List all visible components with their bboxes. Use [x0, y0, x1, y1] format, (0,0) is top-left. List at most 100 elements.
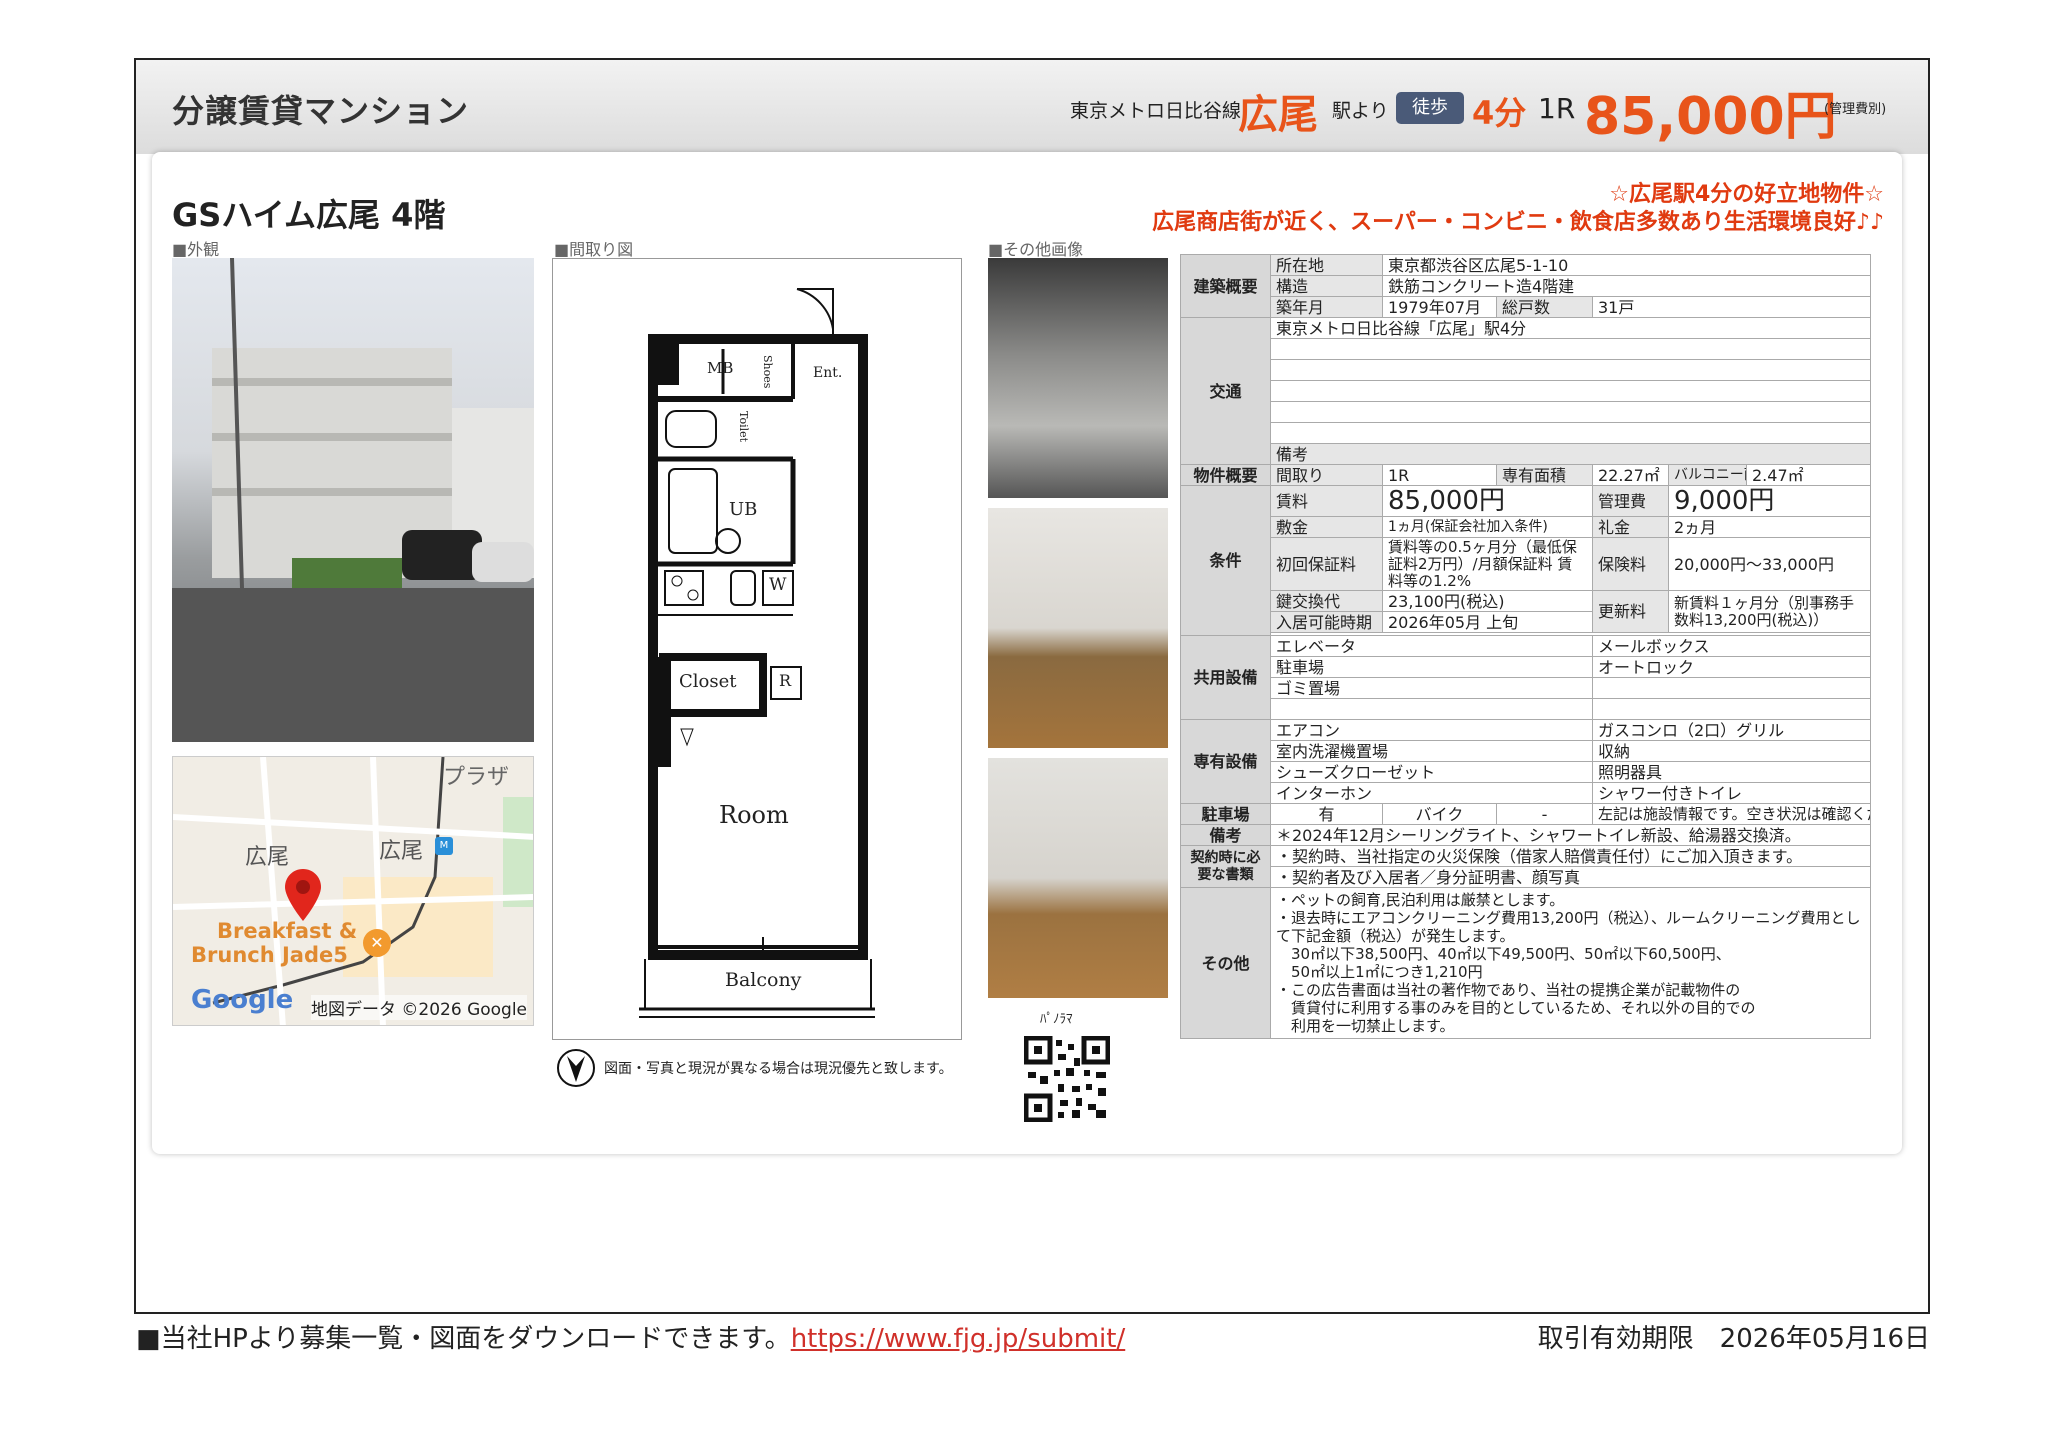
header-rent: 85,000円	[1584, 87, 1837, 147]
fp-refrigerator: R	[779, 671, 792, 690]
row-private-facilities: 専有設備	[1180, 719, 1271, 804]
fp-balcony: Balcony	[725, 969, 802, 991]
value-structure: 鉄筋コンクリート造4階建	[1381, 275, 1872, 297]
footer-expiry: 取引有効期限 2026年05月16日	[1537, 1324, 1930, 1354]
row-contract-docs: 契約時に必要な書類	[1180, 845, 1271, 888]
private-5: シューズクローゼット	[1270, 761, 1593, 783]
value-built: 1979年07月	[1382, 296, 1497, 318]
label-deposit: 敷金	[1270, 516, 1383, 538]
map-label-plaza: プラザ	[443, 765, 510, 790]
qr-code-icon[interactable]	[1024, 1036, 1110, 1122]
common-2: メールボックス	[1591, 635, 1872, 657]
room-photo-2	[988, 758, 1168, 998]
common-4: オートロック	[1591, 656, 1872, 678]
value-deposit: 1ヵ月(保証会社加入条件)	[1382, 516, 1593, 538]
map-poi-line1: Breakfast &	[217, 919, 358, 943]
value-units: 31戸	[1591, 296, 1872, 318]
common-5: ゴミ置場	[1270, 677, 1593, 699]
common-6	[1591, 677, 1872, 699]
value-bike: -	[1496, 803, 1593, 825]
section-other: ■その他画像	[988, 240, 1084, 259]
private-7: インターホン	[1270, 782, 1593, 804]
footer-text: ■当社HPより募集一覧・図面をダウンロードできます。	[136, 1324, 791, 1354]
label-mgmt-fee: 管理費	[1592, 485, 1669, 517]
value-key-change: 23,100円(税込)	[1382, 590, 1593, 612]
common-8	[1591, 698, 1872, 720]
label-renewal: 更新料	[1592, 590, 1669, 633]
value-mgmt-fee: 9,000円	[1667, 485, 1872, 517]
value-balcony-area: 2.47㎡	[1745, 464, 1872, 486]
value-key-money: 2ヵ月	[1667, 516, 1872, 538]
value-area: 22.27㎡	[1592, 464, 1669, 486]
label-rent: 賃料	[1270, 485, 1383, 517]
value-other: ・ペットの飼育,民泊利用は厳禁とします。 ・退去時にエアコンクリーニング費用13…	[1269, 887, 1872, 1039]
property-kind: 分譲賃貸マンション	[172, 92, 470, 130]
common-7	[1270, 698, 1593, 720]
value-move-in: 2026年05月 上旬	[1382, 611, 1593, 633]
section-floorplan: ■間取り図	[554, 240, 634, 259]
value-parking: 有	[1270, 803, 1383, 825]
row-transport: 交通	[1180, 317, 1271, 465]
floorplan-note: 図面・写真と現況が異なる場合は現況優先と致します。	[604, 1061, 953, 1077]
value-transport-2	[1269, 338, 1872, 360]
private-4: 収納	[1591, 740, 1872, 762]
label-address: 所在地	[1270, 254, 1383, 276]
row-overview: 物件概要	[1180, 464, 1271, 486]
value-transport-4	[1269, 380, 1872, 402]
label-structure: 構造	[1270, 275, 1383, 297]
value-renewal: 新賃料１ヶ月分（別事務手数料13,200円(税込)）	[1667, 590, 1872, 633]
value-insurance: 20,000円～33,000円	[1667, 537, 1872, 591]
station-name: 広尾	[1238, 92, 1318, 138]
row-other: その他	[1180, 887, 1271, 1039]
parking-note: 左記は施設情報です。空き状況は確認ください	[1591, 803, 1872, 825]
label-built: 築年月	[1270, 296, 1383, 318]
kitchen-photo	[988, 258, 1168, 498]
map-label-hiroo-1: 広尾	[245, 845, 290, 870]
private-1: エアコン	[1270, 719, 1593, 741]
north-compass-icon	[557, 1049, 595, 1087]
map-poi-line2: Brunch Jade5	[191, 943, 348, 967]
value-rent: 85,000円	[1382, 485, 1593, 517]
walk-minutes: 4分	[1472, 94, 1527, 132]
label-bike: バイク	[1382, 803, 1497, 825]
map-label-hiroo-station: 広尾	[379, 839, 424, 864]
private-3: 室内洗濯機置場	[1270, 740, 1593, 762]
row-remarks: 備考	[1180, 824, 1271, 846]
footer-link[interactable]: https://www.fjg.jp/submit/	[791, 1324, 1126, 1354]
room-photo-1	[988, 508, 1168, 748]
contract-doc-2: ・契約者及び入居者／身分証明書、顔写真	[1269, 866, 1872, 888]
value-transport-3	[1269, 359, 1872, 381]
map-pin-icon[interactable]	[285, 869, 321, 921]
label-guarantee: 初回保証料	[1270, 537, 1383, 591]
label-key-change: 鍵交換代	[1270, 590, 1383, 612]
header-layout: 1R	[1538, 92, 1576, 125]
common-1: エレベータ	[1270, 635, 1593, 657]
label-balcony-area: バルコニー面積	[1668, 464, 1747, 486]
row-conditions: 条件	[1180, 485, 1271, 636]
fp-entrance: Ent.	[813, 365, 843, 381]
label-move-in: 入居可能時期	[1270, 611, 1383, 633]
fp-room: Room	[719, 801, 789, 829]
exterior-photo	[172, 258, 534, 742]
row-common-facilities: 共用設備	[1180, 635, 1271, 720]
fp-shoes: Shoes	[761, 355, 774, 389]
label-key-money: 礼金	[1592, 516, 1669, 538]
fp-closet: Closet	[679, 671, 737, 692]
floorplan-box: MB Shoes Ent. Toilet UB W Closet R Room …	[552, 258, 962, 1040]
label-insurance: 保険料	[1592, 537, 1669, 591]
building-illustration	[172, 258, 534, 742]
label-area: 専有面積	[1496, 464, 1593, 486]
fp-washer: W	[769, 575, 787, 595]
station-from: 駅より	[1332, 100, 1389, 122]
floorplan-drawing	[639, 288, 875, 1018]
catch-copy-2: 広尾商店街が近く、スーパー・コンビニ・飲食店多数あり生活環境良好♪♪	[1152, 210, 1884, 235]
map-area[interactable]: プラザ 広尾 広尾 M Breakfast & Brunch Jade5 ✕ G…	[172, 756, 534, 1026]
rent-note: (管理費別)	[1824, 102, 1887, 117]
section-exterior: ■外観	[172, 240, 220, 259]
value-remarks: ＊2024年12月シーリングライト、シャワートイレ新設、給湯器交換済。	[1269, 824, 1872, 846]
restaurant-icon: ✕	[363, 929, 391, 957]
row-kenchiku: 建築概要	[1180, 254, 1271, 318]
row-parking: 駐車場	[1180, 803, 1271, 825]
label-transport-note: 備考	[1269, 443, 1872, 465]
walk-badge: 徒歩	[1396, 92, 1464, 124]
